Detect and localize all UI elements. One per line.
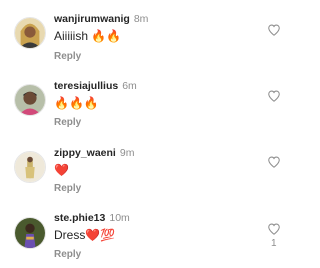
user-avatar[interactable] [14, 217, 46, 249]
comment-meta: wanjirumwanig 8m [54, 13, 148, 26]
comment-time: 8m [133, 13, 149, 25]
comment-username[interactable]: ste.phie13 [54, 212, 105, 224]
user-avatar-icon [15, 18, 45, 48]
heart-outline-icon[interactable] [267, 23, 281, 37]
comment-username[interactable]: teresiajullius [54, 80, 118, 92]
user-avatar-icon [15, 218, 45, 248]
reply-button[interactable]: Reply [54, 117, 81, 129]
comment-text: Aiiiiish 🔥🔥 [54, 29, 122, 43]
comment-username[interactable]: wanjirumwanig [54, 13, 130, 25]
comment-meta: teresiajullius 6m [54, 80, 137, 93]
comment-username[interactable]: zippy_waeni [54, 147, 116, 159]
heart-outline-icon[interactable] [267, 222, 281, 236]
comment-text: ❤️ [54, 163, 69, 177]
comment-time: 9m [119, 147, 135, 159]
user-avatar-icon [15, 152, 45, 182]
reply-button[interactable]: Reply [54, 249, 81, 261]
reply-button[interactable]: Reply [54, 183, 81, 195]
comment-text: 🔥🔥🔥 [54, 96, 99, 110]
user-avatar[interactable] [14, 17, 46, 49]
comment-meta: zippy_waeni 9m [54, 147, 134, 160]
comment-time: 10m [109, 212, 130, 224]
heart-outline-icon[interactable] [267, 89, 281, 103]
user-avatar[interactable] [14, 84, 46, 116]
heart-outline-icon[interactable] [267, 155, 281, 169]
comment-meta: ste.phie13 10m [54, 212, 130, 225]
user-avatar-icon [15, 85, 45, 115]
like-count: 1 [271, 238, 277, 249]
comment-text: Dress❤️💯 [54, 228, 116, 242]
reply-button[interactable]: Reply [54, 51, 81, 63]
comment-time: 6m [122, 80, 137, 92]
user-avatar[interactable] [14, 151, 46, 183]
